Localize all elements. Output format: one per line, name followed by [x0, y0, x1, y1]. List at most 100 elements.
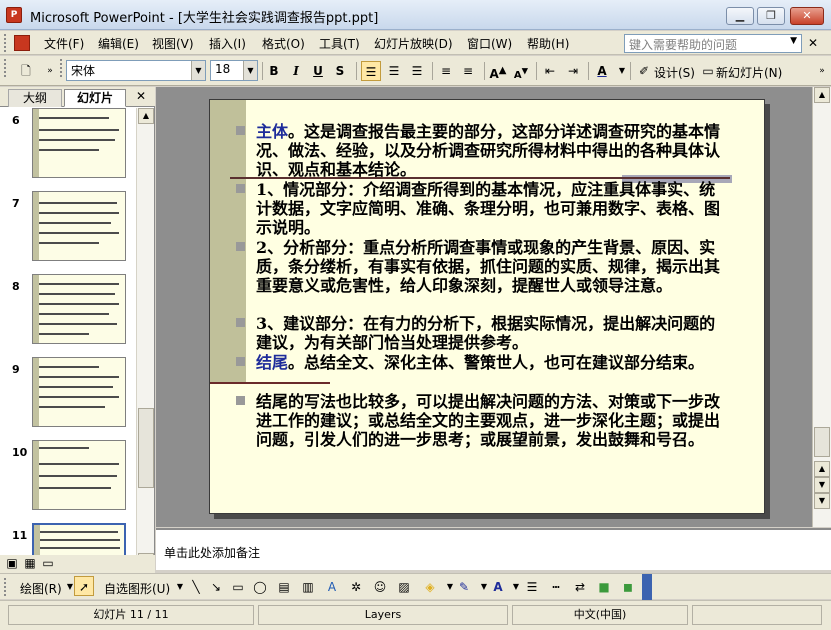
autoshapes-button[interactable]: 自选图形(U): [104, 580, 170, 597]
toolbar-grip[interactable]: [60, 59, 64, 77]
slideshow-icon[interactable]: ▭: [40, 555, 56, 571]
diagram-icon[interactable]: ✲: [346, 577, 366, 597]
menu-insert[interactable]: 插入(I): [209, 35, 246, 52]
slide-bullet[interactable]: 结尾的写法也比较多，可以提出解决问题的方法、对策或下一步改进工作的建议；或总结全…: [236, 392, 726, 449]
menu-help[interactable]: 帮助(H): [527, 35, 569, 52]
clip-art-icon[interactable]: ☺: [370, 577, 390, 597]
slide-bullet[interactable]: 主体。这是调查报告最主要的部分，这部分详述调查研究的基本情况、做法、经验，以及分…: [236, 122, 726, 179]
italic-button[interactable]: I: [286, 61, 306, 81]
minimize-button[interactable]: ▁: [726, 7, 754, 25]
font-name-select[interactable]: 宋体 ▼: [66, 60, 206, 81]
close-icon[interactable]: ✕: [136, 89, 146, 103]
slide-scrollbar[interactable]: ▲ ▲ ▼ ▼: [812, 87, 831, 527]
help-search-input[interactable]: 键入需要帮助的问题 ▼: [624, 34, 802, 53]
scroll-up-icon[interactable]: ▲: [814, 87, 830, 103]
next-slide-icon[interactable]: ▼: [814, 477, 830, 493]
thumbnail-item[interactable]: 7: [0, 191, 136, 271]
decrease-font-button[interactable]: A▼: [511, 61, 531, 81]
text-box-icon[interactable]: ▤: [274, 577, 294, 597]
thumbnail-item[interactable]: 9: [0, 357, 136, 437]
arrow-style-icon[interactable]: ⇄: [570, 577, 590, 597]
font-color-icon[interactable]: A: [488, 577, 508, 597]
numbering-button[interactable]: ≡: [436, 61, 456, 81]
bullets-button[interactable]: ≡: [458, 61, 478, 81]
arrow-icon[interactable]: ↘: [206, 577, 226, 597]
chevron-down-icon[interactable]: ▼: [790, 36, 797, 46]
toolbar-options-icon[interactable]: [642, 574, 652, 600]
align-center-button[interactable]: ☰: [384, 61, 404, 81]
shadow-style-icon[interactable]: ■: [594, 577, 614, 597]
close-doc-icon[interactable]: ✕: [808, 36, 818, 50]
current-slide[interactable]: 主体。这是调查报告最主要的部分，这部分详述调查研究的基本情况、做法、经验，以及分…: [209, 99, 765, 514]
line-icon[interactable]: ╲: [186, 577, 206, 597]
line-style-icon[interactable]: ☰: [522, 577, 542, 597]
scroll-down-icon[interactable]: ▼: [814, 493, 830, 509]
fill-color-icon[interactable]: ◈: [420, 577, 440, 597]
thumbnail-item[interactable]: 8: [0, 274, 136, 354]
scroll-up-icon[interactable]: ▲: [138, 108, 154, 124]
slide-sorter-icon[interactable]: ▦: [22, 555, 38, 571]
tab-outline[interactable]: 大纲: [8, 89, 62, 107]
document-icon[interactable]: [14, 35, 30, 51]
select-objects-icon[interactable]: ➚: [74, 576, 94, 596]
design-icon[interactable]: ✐: [634, 61, 654, 81]
chevron-down-icon[interactable]: ▼: [612, 61, 632, 81]
picture-icon[interactable]: ▨: [394, 577, 414, 597]
new-document-icon[interactable]: 🗋: [16, 61, 36, 81]
increase-indent-button[interactable]: ⇥: [563, 61, 583, 81]
toolbar-grip[interactable]: [4, 59, 8, 77]
toolbar-options-icon[interactable]: »: [40, 61, 60, 81]
align-left-button[interactable]: ☰: [361, 61, 381, 81]
new-slide-icon[interactable]: ▭: [698, 61, 718, 81]
scrollbar-thumb[interactable]: [138, 408, 154, 488]
toolbar-grip[interactable]: [4, 578, 8, 596]
thumbnail-item[interactable]: 6: [0, 108, 136, 188]
thumbnail-scrollbar[interactable]: ▲ ▼: [136, 108, 154, 570]
notes-placeholder[interactable]: 单击此处添加备注: [164, 544, 260, 561]
menu-edit[interactable]: 编辑(E): [98, 35, 139, 52]
align-right-button[interactable]: ☰: [407, 61, 427, 81]
toolbar-options-icon[interactable]: »: [812, 61, 831, 81]
3d-style-icon[interactable]: ◼: [618, 577, 638, 597]
slide-bullet[interactable]: 2、分析部分：重点分析所调查事情或现象的产生背景、原因、实质，条分缕析，有事实有…: [236, 238, 726, 295]
bold-button[interactable]: B: [264, 61, 284, 81]
menu-file[interactable]: 文件(F): [44, 35, 84, 52]
menu-slideshow[interactable]: 幻灯片放映(D): [374, 35, 453, 52]
powerpoint-app-icon[interactable]: P: [6, 7, 22, 23]
thumbnail-item[interactable]: 10: [0, 440, 136, 520]
chevron-down-icon[interactable]: ▼: [191, 61, 205, 80]
slide-bullet[interactable]: 1、情况部分：介绍调查所得到的基本情况，应注重具体事实、统计数据，文字应简明、准…: [236, 180, 726, 237]
toolbar-grip[interactable]: [4, 34, 8, 52]
maximize-button[interactable]: ❐: [757, 7, 785, 25]
slide-thumbnail[interactable]: [32, 191, 126, 261]
chevron-down-icon[interactable]: ▼: [243, 61, 257, 80]
slide-thumbnail[interactable]: [32, 108, 126, 178]
scrollbar-thumb[interactable]: [814, 427, 830, 457]
notes-pane[interactable]: 单击此处添加备注: [156, 528, 831, 570]
increase-font-button[interactable]: A▲: [488, 61, 508, 81]
dash-style-icon[interactable]: ┅: [546, 577, 566, 597]
design-button-label[interactable]: 设计(S): [654, 64, 695, 81]
menu-view[interactable]: 视图(V): [152, 35, 194, 52]
menu-tools[interactable]: 工具(T): [319, 35, 360, 52]
draw-menu-button[interactable]: 绘图(R): [20, 580, 62, 597]
decrease-indent-button[interactable]: ⇤: [540, 61, 560, 81]
vertical-text-box-icon[interactable]: ▥: [298, 577, 318, 597]
shadow-button[interactable]: S: [330, 61, 350, 81]
wordart-icon[interactable]: A: [322, 577, 342, 597]
slide-thumbnail[interactable]: [32, 357, 126, 427]
slide-thumbnail[interactable]: [32, 440, 126, 510]
font-size-select[interactable]: 18 ▼: [210, 60, 258, 81]
line-color-icon[interactable]: ✎: [454, 577, 474, 597]
new-slide-button-label[interactable]: 新幻灯片(N): [716, 64, 782, 81]
tab-slides[interactable]: 幻灯片: [64, 89, 126, 107]
menu-window[interactable]: 窗口(W): [467, 35, 512, 52]
rectangle-icon[interactable]: ▭: [228, 577, 248, 597]
slide-bullet[interactable]: 3、建议部分：在有力的分析下，根据实际情况，提出解决问题的建议，为有关部门恰当处…: [236, 314, 726, 352]
oval-icon[interactable]: ◯: [250, 577, 270, 597]
close-button[interactable]: ✕: [790, 7, 824, 25]
font-color-button[interactable]: A: [592, 61, 612, 81]
normal-view-icon[interactable]: ▣: [4, 555, 20, 571]
previous-slide-icon[interactable]: ▲: [814, 461, 830, 477]
menu-format[interactable]: 格式(O): [262, 35, 305, 52]
